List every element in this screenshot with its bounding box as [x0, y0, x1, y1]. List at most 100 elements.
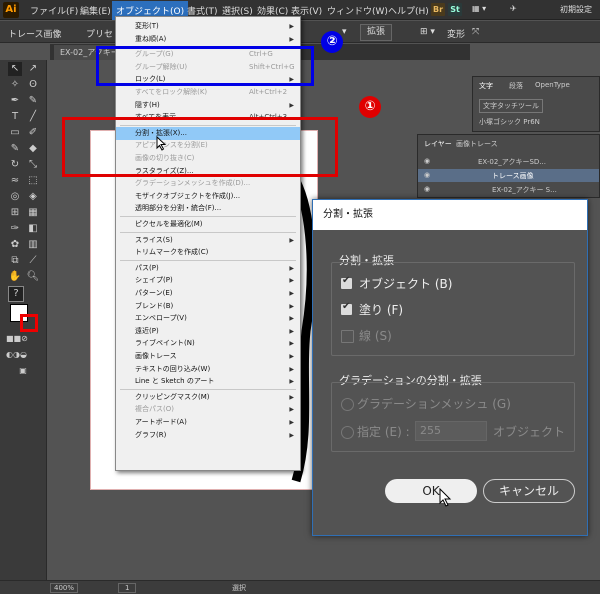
curvature-tool-icon[interactable]: ✎ — [26, 94, 40, 108]
gradient-mesh-label[interactable]: グラデーションメッシュ (G) — [357, 395, 511, 412]
line-tool-icon[interactable]: ╱ — [26, 110, 40, 124]
magic-wand-icon[interactable]: ✧ — [8, 78, 22, 92]
shape-builder-icon[interactable]: ◎ — [8, 190, 22, 204]
menu-item[interactable]: 遠近(P) ▶ — [116, 325, 300, 338]
tab-opentype[interactable]: OpenType — [535, 81, 570, 89]
direct-selection-tool-icon[interactable]: ↗ — [26, 62, 40, 76]
scale-tool-icon[interactable]: ⤡ — [26, 158, 40, 172]
menu-item[interactable]: シェイプ(P) ▶ — [116, 274, 300, 287]
workspace-switcher[interactable]: 初期設定 — [560, 4, 592, 15]
menu-item[interactable]: クリッピングマスク(M) ▶ — [116, 391, 300, 404]
specify-label[interactable]: 指定 (E) : — [357, 423, 410, 440]
menu-item[interactable]: 変形(T) ▶ — [116, 20, 300, 33]
gradient-mesh-radio[interactable] — [341, 398, 354, 411]
artboard-number-field[interactable]: 1 — [118, 583, 137, 593]
stroke-checkbox[interactable] — [341, 330, 354, 343]
menu-item[interactable]: Line と Sketch のアート ▶ — [116, 375, 300, 388]
menu-file[interactable]: ファイル(F) — [30, 4, 78, 17]
zoom-field[interactable]: 400% — [50, 583, 79, 593]
bridge-icon[interactable]: Br — [431, 3, 445, 16]
cancel-button[interactable]: キャンセル — [483, 479, 575, 503]
menu-item[interactable]: アートボード(A) ▶ — [116, 416, 300, 429]
eraser-icon[interactable]: ◆ — [26, 142, 40, 156]
stock-icon[interactable]: St — [448, 3, 462, 16]
ok-button[interactable]: OK — [385, 479, 477, 503]
type-tool-icon[interactable]: T — [8, 110, 22, 124]
menu-item[interactable]: グラデーションメッシュを作成(D)... — [116, 177, 300, 190]
stroke-checkbox-label[interactable]: 線 (S) — [359, 327, 392, 344]
menu-item[interactable]: エンベロープ(V) ▶ — [116, 312, 300, 325]
menu-item[interactable]: 隠す(H) ▶ — [116, 99, 300, 112]
stroke-swatch[interactable] — [20, 314, 38, 332]
menu-item[interactable]: 複合パス(O) ▶ — [116, 403, 300, 416]
slice-tool-icon[interactable]: ⟋ — [26, 254, 40, 268]
menu-item[interactable]: ライブペイント(N) ▶ — [116, 337, 300, 350]
menu-item[interactable]: 画像トレース ▶ — [116, 350, 300, 363]
menu-item[interactable]: 重ね順(A) ▶ — [116, 33, 300, 46]
isolate-icon[interactable]: ⤧ — [472, 27, 479, 37]
mesh-tool-icon[interactable]: ▦ — [26, 206, 40, 220]
gradient-tool-icon[interactable]: ◧ — [26, 222, 40, 236]
tab-paragraph[interactable]: 段落 — [509, 81, 523, 91]
layer-row[interactable]: ◉ トレース画像 — [418, 169, 599, 182]
zoom-tool-icon[interactable]: 🔍︎ — [26, 270, 40, 284]
menu-help[interactable]: ヘルプ(H) — [388, 4, 429, 17]
live-paint-icon[interactable]: ◈ — [26, 190, 40, 204]
artboard-tool-icon[interactable]: ⧉ — [8, 254, 22, 268]
menu-window[interactable]: ウィンドウ(W) — [327, 4, 388, 17]
color-mode-icons[interactable]: ■■⊘ — [6, 332, 28, 346]
hand-tool-icon[interactable]: ✋ — [8, 270, 22, 284]
rectangle-tool-icon[interactable]: ▭ — [8, 126, 22, 140]
menu-item[interactable]: トリムマークを作成(C) — [116, 246, 300, 259]
eye-icon[interactable]: ◉ — [424, 171, 430, 179]
specify-value-input[interactable]: 255 — [415, 421, 487, 441]
menu-item[interactable]: すべてをロック解除(K) Alt+Ctrl+2 — [116, 86, 300, 99]
transform-label[interactable]: 変形 — [447, 27, 465, 40]
object-checkbox-label[interactable]: オブジェクト (B) — [359, 275, 452, 292]
arrange-docs-icon[interactable]: ▦ ▾ — [472, 4, 486, 13]
chevron-down-icon[interactable]: ▾ — [342, 27, 347, 37]
layer-row[interactable]: ◉ EX-02_アクキー S... — [418, 183, 599, 196]
menu-item[interactable]: グラフ(R) ▶ — [116, 429, 300, 442]
graph-tool-icon[interactable]: ▥ — [26, 238, 40, 252]
symbol-sprayer-icon[interactable]: ✿ — [8, 238, 22, 252]
align-icon[interactable]: ⊞ ▾ — [420, 27, 435, 37]
screen-mode-icon[interactable]: ▣ — [16, 364, 30, 378]
fill-checkbox-label[interactable]: 塗り (F) — [359, 301, 403, 318]
eye-icon[interactable]: ◉ — [424, 185, 430, 193]
touch-type-button[interactable]: 文字タッチツール — [479, 99, 543, 113]
paintbrush-icon[interactable]: ✐ — [26, 126, 40, 140]
help-icon[interactable]: ? — [8, 286, 24, 302]
lasso-icon[interactable]: ʘ — [26, 78, 40, 92]
tab-image-trace[interactable]: 画像トレース — [456, 139, 498, 149]
perspective-grid-icon[interactable]: ⊞ — [8, 206, 22, 220]
menu-item[interactable]: テキストの回り込み(W) ▶ — [116, 363, 300, 376]
eye-icon[interactable]: ◉ — [424, 157, 430, 165]
tab-layers[interactable]: レイヤー — [424, 139, 452, 149]
menu-item[interactable]: ブレンド(B) ▶ — [116, 300, 300, 313]
menu-item[interactable]: スライス(S) ▶ — [116, 234, 300, 247]
draw-mode-icons[interactable]: ◐◑◒ — [6, 348, 27, 362]
rotate-tool-icon[interactable]: ↻ — [8, 158, 22, 172]
fill-checkbox[interactable] — [341, 301, 352, 315]
width-tool-icon[interactable]: ≈ — [8, 174, 22, 188]
expand-button[interactable]: 拡張 — [360, 24, 393, 41]
pen-tool-icon[interactable]: ✒ — [8, 94, 22, 108]
layer-row[interactable]: ◉ EX-02_アクキーSD... — [418, 155, 599, 168]
menu-item[interactable]: パターン(E) ▶ — [116, 287, 300, 300]
menu-item[interactable]: パス(P) ▶ — [116, 262, 300, 275]
selection-tool-icon[interactable]: ↖ — [8, 62, 22, 76]
menu-item[interactable]: 透明部分を分割・統合(F)... — [116, 202, 300, 215]
free-transform-icon[interactable]: ⬚ — [26, 174, 40, 188]
tab-character[interactable]: 文字 — [479, 81, 493, 91]
specify-radio[interactable] — [341, 426, 354, 439]
shaper-tool-icon[interactable]: ✎ — [8, 142, 22, 156]
eyedropper-icon[interactable]: ✑ — [8, 222, 22, 236]
object-checkbox[interactable] — [341, 275, 352, 289]
menu-item[interactable]: モザイクオブジェクトを作成(J)... — [116, 190, 300, 203]
sync-icon[interactable]: ✈ — [510, 4, 517, 13]
menu-item[interactable]: ピクセルを最適化(M) — [116, 218, 300, 231]
submenu-arrow-icon: ▶ — [289, 340, 294, 348]
menu-edit[interactable]: 編集(E) — [80, 4, 111, 17]
font-family-field[interactable]: 小塚ゴシック Pr6N — [479, 117, 540, 127]
